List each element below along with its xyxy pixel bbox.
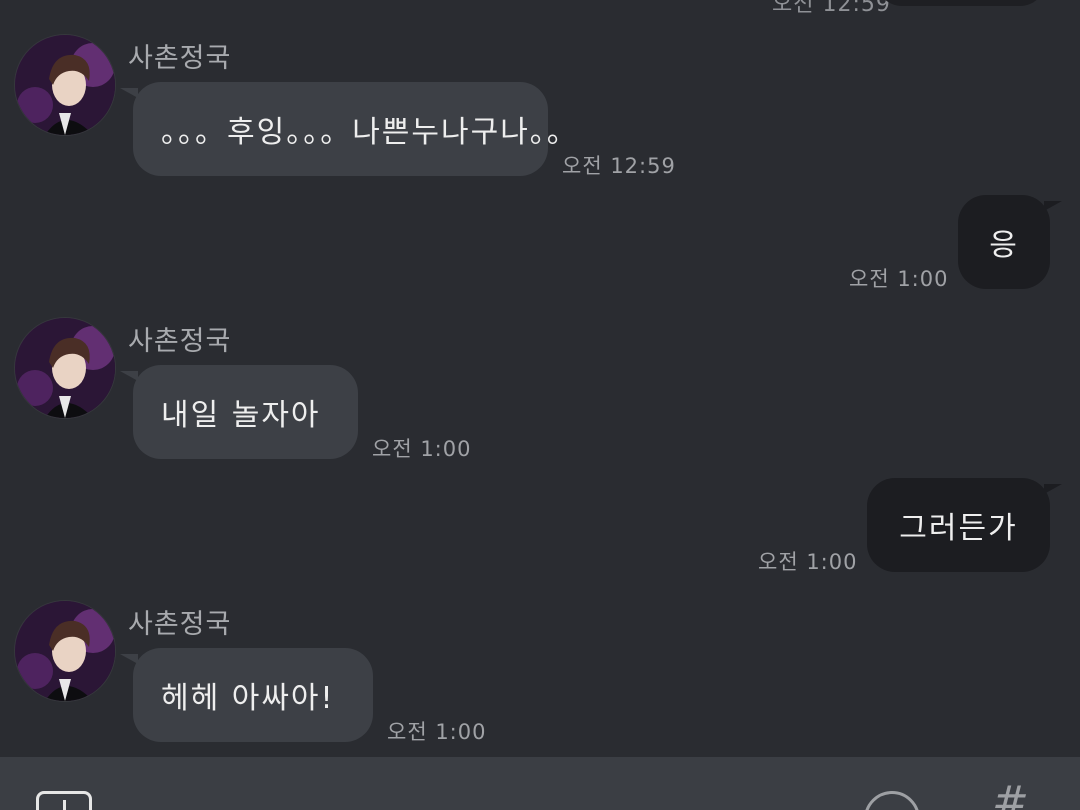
bubble-tail	[1044, 484, 1062, 494]
message-time: 오전 1:00	[849, 267, 949, 291]
avatar-image	[15, 35, 115, 135]
message-time: 오전 12:59	[772, 0, 891, 17]
message-time: 오전 1:00	[758, 550, 858, 574]
bubble-tail	[1044, 201, 1062, 211]
message-text: 그러든가	[899, 511, 1018, 546]
plus-icon[interactable]	[36, 791, 92, 810]
message-bubble-partial	[876, 0, 1046, 6]
input-bar: #	[0, 757, 1080, 810]
sender-name: 사촌정국	[128, 326, 232, 357]
message-bubble[interactable]: 그러든가	[867, 478, 1050, 572]
avatar[interactable]	[15, 318, 115, 418]
message-text: 。。。후잉。。。나쁜누나구나。。	[161, 115, 579, 150]
avatar-image	[15, 601, 115, 701]
avatar[interactable]	[15, 601, 115, 701]
message-text: 헤헤 아싸아!	[161, 681, 335, 716]
avatar[interactable]	[15, 35, 115, 135]
sender-name: 사촌정국	[128, 609, 232, 640]
message-bubble[interactable]: 내일 놀자아	[133, 365, 358, 459]
sender-name: 사촌정국	[128, 43, 232, 74]
message-time: 오전 1:00	[372, 437, 472, 461]
message-bubble[interactable]: 。。。후잉。。。나쁜누나구나。。	[133, 82, 577, 176]
message-text: 내일 놀자아	[161, 398, 321, 433]
hash-icon[interactable]: #	[992, 781, 1029, 810]
avatar-image	[15, 318, 115, 418]
message-text: 응	[989, 228, 1019, 263]
message-bubble[interactable]: 헤헤 아싸아!	[133, 648, 373, 742]
message-time: 오전 1:00	[387, 720, 487, 744]
message-time: 오전 12:59	[562, 154, 676, 178]
plus-icon-stroke	[63, 800, 66, 810]
emoji-icon[interactable]	[864, 791, 920, 810]
message-bubble[interactable]: 응	[958, 195, 1050, 289]
chat-screen: 오전 12:59 사촌정국 。。。후잉。。。나쁜누나구나。。 오전 12:59 …	[0, 0, 1080, 810]
